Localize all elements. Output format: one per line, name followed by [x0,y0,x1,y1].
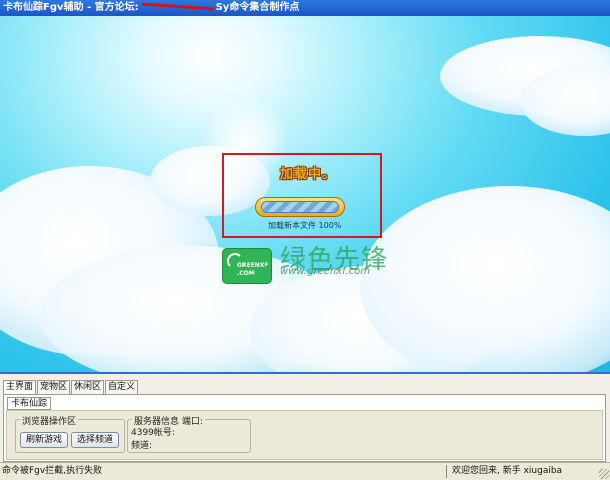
channel-label: 频道: [131,441,153,451]
control-panel: 主界面 宠物区 休闲区 自定义 卡布仙踪 浏览器操作区 刷新游戏 选择频道 服务… [0,372,610,462]
window-title-suffix: Sy命令集合制作点 [215,2,300,13]
refresh-game-button[interactable]: 刷新游戏 [20,432,68,448]
subtab-kabuxianzong[interactable]: 卡布仙踪 [7,397,52,410]
window-title-bar: 卡布仙踪Fgv辅助 - 官方论坛: Sy命令集合制作点 [0,0,610,16]
main-tab-page: 卡布仙踪 浏览器操作区 刷新游戏 选择频道 服务器信息 端口: 4399帐号: … [3,394,606,462]
loading-title: 加载中。 [280,167,337,182]
account-label: 4399帐号: [131,428,175,438]
select-channel-button[interactable]: 选择频道 [71,432,119,448]
window-title-prefix: 卡布仙踪Fgv辅助 - 官方论坛: [3,2,139,13]
watermark-logo: GREENXF .COM [222,248,272,284]
status-bar: 命令被Fgv拦截,执行失败 欢迎您回来, 新手 xiugaiba [0,462,610,480]
status-message: 命令被Fgv拦截,执行失败 [2,466,103,476]
watermark-url: www.greenxf.com [280,266,370,277]
loading-progress-fill [262,202,338,212]
status-separator [446,465,447,478]
browser-ops-legend: 浏览器操作区 [20,414,79,427]
loading-highlight-box: 加载中。 加载新本文件 100% [222,153,382,238]
resize-grip-icon[interactable] [599,469,609,479]
welcome-message: 欢迎您回来, 新手 xiugaiba [452,466,563,476]
subtab-page: 浏览器操作区 刷新游戏 选择频道 服务器信息 端口: 4399帐号: 频道: [6,410,603,460]
tab-main[interactable]: 主界面 [3,380,37,395]
loading-status-text: 加载新本文件 100% [268,221,342,230]
redacted-forum-url [142,3,212,11]
browser-ops-group: 浏览器操作区 刷新游戏 选择频道 [15,414,125,453]
main-tabs: 主界面 宠物区 休闲区 自定义 [3,380,139,395]
game-view[interactable]: 加载中。 加载新本文件 100% GREENXF .COM 绿色先锋 www.g… [0,16,610,372]
tab-pets[interactable]: 宠物区 [37,380,71,394]
server-info-group: 服务器信息 端口: 4399帐号: 频道: [127,414,251,453]
loading-progress-bar [255,197,345,217]
tab-leisure[interactable]: 休闲区 [71,380,105,394]
tab-custom[interactable]: 自定义 [105,380,139,394]
cloud [360,186,610,372]
